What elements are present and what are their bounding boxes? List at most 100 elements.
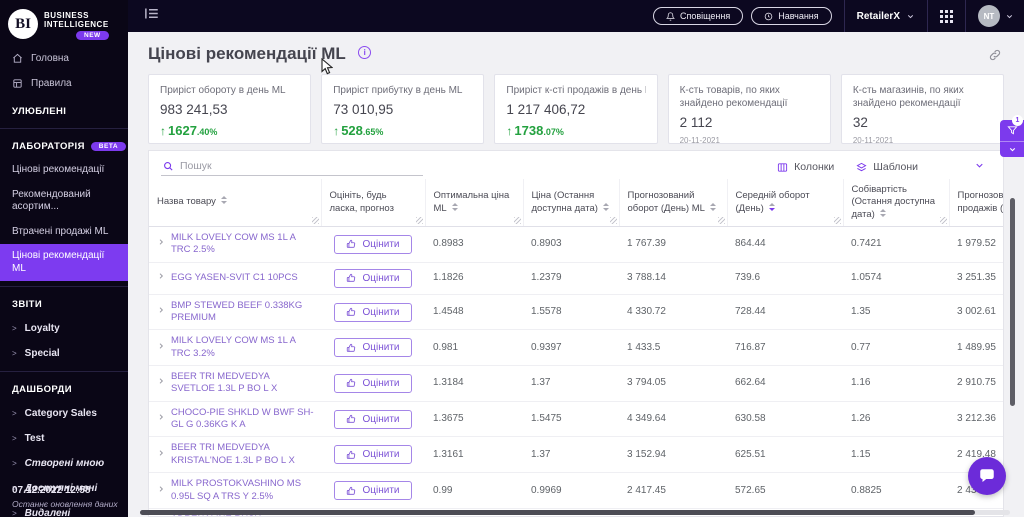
sort-icon[interactable] — [220, 196, 227, 205]
sidebar-item-category-sales[interactable]: > Category Sales — [0, 401, 128, 426]
expand-row-icon[interactable] — [157, 306, 165, 318]
col-header-last-price[interactable]: Ціна (Остання доступна дата) — [523, 179, 620, 228]
cell-forecast-qty: 3 251.35 — [949, 262, 1003, 295]
vertical-scrollbar-thumb[interactable] — [1010, 198, 1015, 406]
col-header-rate-forecast[interactable]: Оцініть, будь ласка, прогноз — [321, 179, 426, 228]
product-name-link[interactable]: BMP STEWED BEEF 0.338KG PREMIUM — [171, 300, 315, 325]
product-name-link[interactable]: MILK PROSTOKVASHINO MS 0.95L SQ A TRS Y … — [171, 478, 315, 503]
search-input[interactable] — [180, 160, 421, 172]
column-resize-handle[interactable] — [609, 217, 617, 225]
expand-row-icon[interactable] — [157, 485, 165, 497]
dashboards-section-header[interactable]: ДАШБОРДИ — [0, 374, 128, 401]
cell-optimal-price: 1.3184 — [425, 365, 523, 402]
sidebar-item-loyalty[interactable]: > Loyalty — [0, 316, 128, 341]
rate-button[interactable]: Оцінити — [334, 338, 412, 358]
column-resize-handle[interactable] — [513, 217, 521, 225]
sidebar-item-special[interactable]: > Special — [0, 341, 128, 366]
kpi-card-sales-count: Приріст к-сті продажів в день ML 1 217 4… — [494, 74, 658, 144]
cell-last-price: 1.5578 — [523, 294, 619, 331]
sort-icon[interactable] — [709, 202, 716, 211]
chevron-down-icon — [1009, 147, 1015, 152]
col-header-optimal-price[interactable]: Оптимальна ціна ML — [425, 179, 524, 228]
col-header-avg-turnover[interactable]: Середній оборот (День) — [727, 179, 844, 228]
table-body: MILK LOVELY COW MS 1L A TRC 2.5% Оцінити… — [149, 226, 1003, 516]
workspace-selector[interactable]: RetailerX — [857, 11, 915, 22]
feedback-side-widget[interactable]: 1 — [1000, 115, 1024, 157]
rate-button[interactable]: Оцінити — [334, 445, 412, 465]
user-menu[interactable]: NT — [978, 5, 1014, 27]
col-header-forecast-qty[interactable]: Прогнозована к-сть продажів (День) ML — [949, 179, 1003, 228]
last-update-caption: Останнє оновлення даних — [12, 499, 118, 509]
expand-row-icon[interactable] — [157, 272, 165, 284]
expand-row-icon[interactable] — [157, 342, 165, 354]
col-header-cost[interactable]: Собівартість (Остання доступна дата) — [843, 179, 950, 228]
cell-last-price: 1.37 — [523, 436, 619, 474]
templates-button[interactable]: Шаблони — [856, 161, 918, 173]
notifications-button[interactable]: Сповіщення — [652, 7, 744, 25]
rate-button[interactable]: Оцінити — [334, 481, 412, 500]
chevron-right-icon: > — [12, 324, 17, 334]
sort-icon[interactable] — [879, 208, 886, 217]
horizontal-scrollbar-thumb[interactable] — [140, 510, 976, 515]
horizontal-scrollbar[interactable] — [140, 510, 1010, 515]
favorites-section-header[interactable]: УЛЮБЛЕНІ — [0, 96, 128, 123]
expand-row-icon[interactable] — [157, 377, 165, 389]
rate-button[interactable]: Оцінити — [334, 268, 412, 288]
product-name-link[interactable]: CHOCO-PIE SHKLD W BWF SH-GL G 0.36KG K A — [171, 407, 315, 432]
col-header-product-name[interactable]: Назва товару — [149, 179, 322, 228]
expand-row-icon[interactable] — [157, 449, 165, 461]
col-header-forecast-turnover[interactable]: Прогнозований оборот (День) ML — [619, 179, 728, 228]
share-link-icon[interactable] — [988, 48, 1002, 67]
cell-avg-turnover: 572.65 — [727, 472, 843, 509]
sidebar-item-created-by-me[interactable]: > Створені мною — [0, 451, 128, 476]
sidebar-item-recommended-assortment[interactable]: Рекомендований асортим... — [0, 183, 128, 220]
training-button[interactable]: Навчання — [751, 7, 832, 25]
chevron-down-icon — [1006, 14, 1013, 18]
column-resize-handle[interactable] — [717, 217, 725, 225]
thumbs-up-icon — [347, 486, 356, 495]
expand-row-icon[interactable] — [157, 238, 165, 250]
apps-grid-icon[interactable] — [940, 9, 953, 23]
sidebar-item-test[interactable]: > Test — [0, 426, 128, 451]
chat-support-button[interactable] — [968, 457, 1006, 495]
cell-avg-turnover: 864.44 — [727, 226, 843, 263]
sidebar-item-price-recs[interactable]: Цінові рекомендації — [0, 158, 128, 183]
sidebar-item-rules[interactable]: Правила — [0, 71, 128, 96]
arrow-up-icon: ↑ — [506, 124, 513, 138]
widget-collapse-button[interactable] — [1000, 142, 1024, 157]
cell-cost: 1.15 — [843, 436, 949, 474]
columns-button[interactable]: Колонки — [777, 161, 834, 173]
column-resize-handle[interactable] — [833, 217, 841, 225]
collapse-sidebar-icon[interactable] — [144, 7, 159, 25]
column-resize-handle[interactable] — [939, 217, 947, 225]
rate-button[interactable]: Оцінити — [334, 373, 412, 393]
rate-button[interactable]: Оцінити — [334, 302, 412, 322]
info-icon[interactable]: i — [358, 45, 372, 59]
product-name-link[interactable]: EGG YASEN-SVIT C1 10PCS — [171, 272, 298, 284]
sort-icon[interactable] — [451, 202, 458, 211]
rate-button[interactable]: Оцінити — [334, 409, 412, 429]
sidebar-item-home[interactable]: Головна — [0, 46, 128, 71]
column-resize-handle[interactable] — [311, 217, 319, 225]
sidebar-item-lost-sales-ml[interactable]: Втрачені продажі ML — [0, 220, 128, 245]
product-name-link[interactable]: MILK LOVELY COW MS 1L A TRC 3.2% — [171, 335, 315, 360]
column-resize-handle[interactable] — [415, 217, 423, 225]
sidebar-item-price-recs-ml-active[interactable]: Цінові рекомендації ML — [0, 244, 128, 282]
rate-button[interactable]: Оцінити — [334, 234, 412, 254]
kpi-card-stores-count: К-сть магазинів, по яких знайдено рекоме… — [840, 74, 1005, 144]
collapse-panel-chevron-icon[interactable] — [974, 158, 985, 176]
sort-icon-active[interactable] — [768, 202, 775, 211]
lab-section-header[interactable]: ЛАБОРАТОРІЯ BETA — [0, 131, 128, 158]
product-name-link[interactable]: MILK LOVELY COW MS 1L A TRC 2.5% — [171, 232, 315, 257]
cell-avg-turnover: 625.51 — [727, 436, 843, 474]
reports-section-header[interactable]: ЗВІТИ — [0, 289, 128, 316]
sort-icon[interactable] — [602, 202, 609, 211]
kpi-card-turnover: Приріст обороту в день ML 983 241,53 ↑ 16… — [148, 74, 312, 144]
product-name-link[interactable]: BEER TRI MEDVEDYA KRISTAL'NOE 1.3L P BO … — [171, 442, 315, 467]
search-box[interactable] — [161, 158, 423, 176]
table-header-row: Назва товару Оцініть, будь ласка, прогно… — [149, 179, 1003, 228]
expand-row-icon[interactable] — [157, 413, 165, 425]
table-row: MILK PROSTOKVASHINO MS 0.95L SQ A TRS Y … — [149, 472, 1003, 509]
cell-forecast-qty: 3 212.36 — [949, 401, 1003, 438]
product-name-link[interactable]: BEER TRI MEDVEDYA SVETLOE 1.3L P BO L X — [171, 371, 315, 396]
